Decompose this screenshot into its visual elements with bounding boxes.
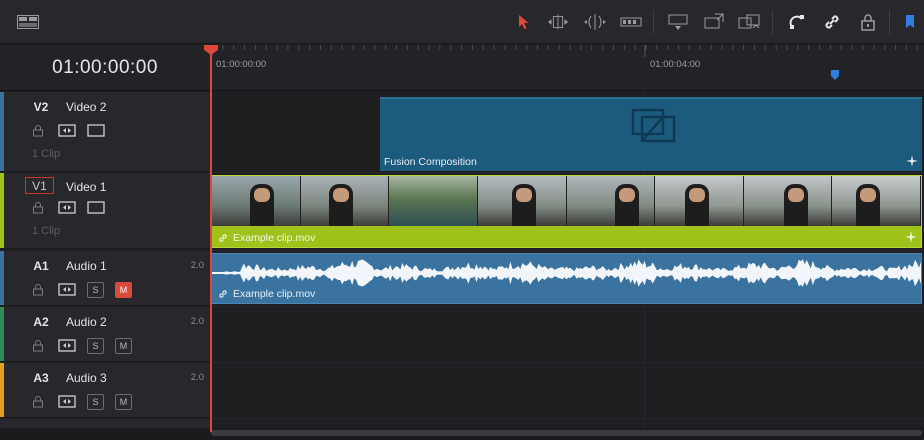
clip-name: Example clip.mov [233,288,316,300]
insert-clip-icon[interactable] [666,11,690,33]
track-name[interactable]: Video 1 [66,180,106,194]
replace-clip-icon[interactable] [737,11,761,33]
playhead-handle-icon[interactable] [204,45,218,55]
horizontal-scrollbar[interactable] [211,430,922,436]
ruler-label-start: 01:00:00:00 [216,59,267,70]
audio-waveform [212,259,921,287]
auto-select-icon[interactable] [58,283,76,296]
track-id: A2 [33,314,49,329]
track-id-destination[interactable]: V1 [25,177,54,194]
fusion-icon [631,108,676,143]
solo-button[interactable]: S [87,282,104,298]
audio-clip[interactable]: Example clip.mov [211,253,922,304]
auto-select-icon[interactable] [58,201,76,214]
mute-button[interactable]: M [115,394,132,410]
track-header-a1[interactable]: A1 Audio 1 2.0 S M [0,251,210,306]
thumbnail [655,176,744,226]
auto-select-icon[interactable] [58,339,76,352]
thumbnail [743,176,833,226]
lock-track-icon[interactable] [32,395,44,408]
linked-selection-icon[interactable] [820,11,844,33]
blade-icon[interactable] [619,11,643,33]
video-clip[interactable]: Example clip.mov [211,175,922,248]
solo-button[interactable]: S [87,394,104,410]
track-id: A1 [33,258,49,273]
track-color-indicator [0,251,4,305]
trim-icon[interactable] [546,11,570,33]
track-header-v1[interactable]: V1 Video 1 1 Clip [0,173,210,249]
timeline-ruler[interactable]: 01:00:00:00 01:00:04:00 [210,45,924,91]
track-clip-count: 1 Clip [32,225,61,237]
channel-format: 2.0 [190,372,204,383]
track-name[interactable]: Audio 1 [66,259,107,273]
track-name[interactable]: Audio 3 [66,371,107,385]
track-color-indicator [0,307,4,361]
clip-label: Example clip.mov [218,232,315,244]
lock-track-icon[interactable] [32,201,44,214]
track-header-a3[interactable]: A3 Audio 3 2.0 S M [0,363,210,418]
sparkle-icon [905,231,917,243]
track-name[interactable]: Audio 2 [66,315,107,329]
clip-filmstrip [212,176,921,226]
toolbar-divider [889,10,890,34]
thumbnail [477,176,567,226]
ruler-ticks [211,45,918,57]
timecode-display: 01:00:00:00 [0,45,210,91]
dynamic-trim-icon[interactable] [583,11,607,33]
toolbar-divider [653,10,654,34]
auto-select-icon[interactable] [58,124,76,137]
clip-label: Example clip.mov [218,288,315,300]
thumbnail [832,176,921,226]
track-enable-icon[interactable] [87,124,105,137]
track-name[interactable]: Video 2 [66,100,106,114]
track-id: A3 [33,370,49,385]
lock-icon[interactable] [856,11,880,33]
mute-button[interactable]: M [115,282,132,298]
mute-button[interactable]: M [115,338,132,354]
lock-track-icon[interactable] [32,124,44,137]
track-color-indicator [0,92,4,171]
lock-track-icon[interactable] [32,283,44,296]
sparkle-icon [906,155,918,167]
timeline-marker-icon[interactable] [830,69,840,81]
fusion-composition-clip[interactable]: Fusion Composition [380,97,922,171]
track-id: V2 [33,99,49,114]
channel-format: 2.0 [190,316,204,327]
thumbnail [300,176,390,226]
lock-track-icon[interactable] [32,339,44,352]
track-enable-icon[interactable] [87,201,105,214]
snapping-icon[interactable] [785,11,809,33]
link-icon [219,234,227,242]
track-header-v2[interactable]: V2 Video 2 1 Clip [0,92,210,172]
overwrite-clip-icon[interactable] [702,11,726,33]
clip-name: Example clip.mov [233,232,316,244]
flag-icon[interactable] [898,11,922,33]
toolbar-divider [772,10,773,34]
clip-label: Fusion Composition [384,156,477,168]
link-icon [219,290,227,298]
playhead-line[interactable] [210,52,212,432]
thumbnail [389,176,478,226]
channel-format: 2.0 [190,260,204,271]
track-color-indicator [0,363,4,417]
track-color-indicator [0,173,4,248]
track-lane-a3[interactable] [210,363,924,419]
thumbnail [212,176,301,226]
current-timecode: 01:00:00:00 [52,56,158,78]
solo-button[interactable]: S [87,338,104,354]
thumbnail [566,176,656,226]
layout-icon[interactable] [16,11,40,33]
selection-arrow-icon[interactable] [512,11,536,33]
track-lane-a2[interactable] [210,307,924,363]
track-header-a2[interactable]: A2 Audio 2 2.0 S M [0,307,210,362]
timeline-toolbar [0,0,924,44]
ruler-label-4s: 01:00:04:00 [650,59,701,70]
track-clip-count: 1 Clip [32,148,61,160]
auto-select-icon[interactable] [58,395,76,408]
timeline-editor: 01:00:00:00 01:00:00:00 01:00:04:00 V2 V… [0,0,924,440]
